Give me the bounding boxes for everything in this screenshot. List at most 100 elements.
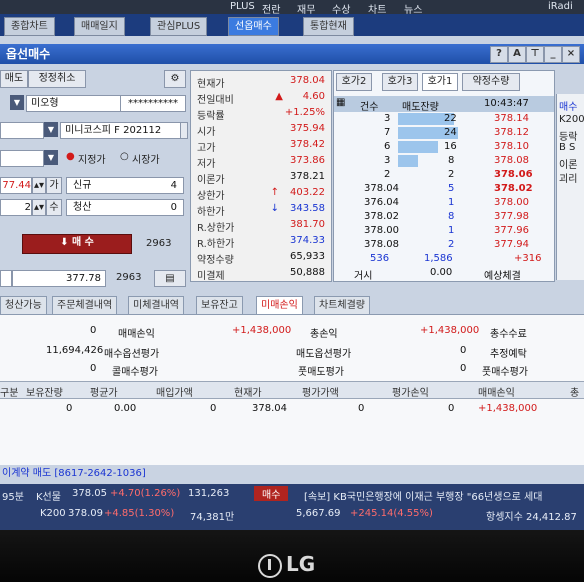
- status-bar: 이계약 매도 [8617-2642-1036] 95분 K선물 378.05 +…: [0, 468, 584, 530]
- quote-row: 시가 375.94: [197, 123, 325, 138]
- qty-unit-button[interactable]: 수: [46, 199, 62, 216]
- account-line: 이계약 매도 [8617-2642-1036]: [2, 468, 146, 479]
- pin-icon[interactable]: ⊤: [526, 46, 544, 63]
- monitor-bezel: LG: [0, 530, 584, 582]
- bottom-prefix-field[interactable]: [0, 270, 12, 287]
- limit-radio-icon[interactable]: ●: [66, 151, 75, 162]
- ask-row[interactable]: 3 22 378.14: [334, 113, 554, 127]
- main-tab-bar: 종합차트 매매일지 관심PLUS 선옵매수 통합현재: [0, 14, 584, 36]
- tab-chart-volume[interactable]: 차트체결량: [314, 296, 370, 315]
- bottom-price-field[interactable]: 377.78: [12, 270, 106, 287]
- quote-row: 현재가 378.04: [197, 75, 325, 90]
- side-info-panel: 매수 K200 등락 B S 이론 괴리: [556, 94, 584, 280]
- help-icon[interactable]: ?: [490, 46, 508, 63]
- code-dropdown-icon[interactable]: ▼: [44, 122, 58, 137]
- settle-label: 청산: [73, 202, 92, 213]
- product-field[interactable]: 미니코스피 F 202112: [60, 122, 184, 139]
- orderbook-panel: 호가2 호가3 호가1 약정수량 ▦ 건수 매도잔량 10:43:47 3 22 3…: [333, 70, 555, 282]
- buy-count: 2963: [146, 238, 172, 249]
- tab-option-buy[interactable]: 선옵매수: [228, 17, 279, 36]
- orderbook-tab-3[interactable]: 호가3: [382, 73, 418, 91]
- menu-right-text: iRadi: [548, 1, 573, 12]
- settle-position-box: 청산 0: [66, 199, 184, 216]
- ask-row[interactable]: 2 2 378.06: [334, 169, 554, 183]
- account-dropdown-icon[interactable]: ▼: [10, 95, 24, 110]
- tab-chart[interactable]: 종합차트: [4, 17, 55, 36]
- price-unit-button[interactable]: 가: [46, 177, 62, 194]
- up-arrow-icon: ▲: [275, 91, 283, 102]
- tab-settleable[interactable]: 청산가능: [0, 296, 47, 315]
- orderbook-time: 10:43:47: [484, 98, 529, 109]
- lg-logo: LG: [258, 552, 315, 578]
- qty-input[interactable]: 2: [0, 199, 32, 216]
- orderbook-tab-1[interactable]: 호가1: [422, 73, 458, 91]
- top-menu-bar: PLUS 전란 재무 수상 차트 뉴스 iRadi: [0, 0, 584, 16]
- quote-row: 전일대비 ▲ 4.60: [197, 91, 325, 106]
- tab-unfilled[interactable]: 미체결내역: [128, 296, 184, 315]
- calendar-icon[interactable]: ▦: [336, 97, 345, 108]
- code-field[interactable]: [0, 122, 44, 139]
- price-stepper[interactable]: ▴▾: [32, 177, 46, 194]
- bid-row[interactable]: 378.08 2 377.94: [334, 239, 554, 253]
- minimize-icon[interactable]: _: [544, 46, 562, 63]
- modify-cancel-tab[interactable]: 정정취소: [28, 70, 86, 88]
- font-icon[interactable]: A: [508, 46, 526, 63]
- limit-order-label: 지정가: [78, 155, 106, 166]
- quote-row: 상한가 ↑ 403.22: [197, 187, 325, 202]
- new-qty: 4: [170, 180, 177, 191]
- quote-row: R.상한가 381.70: [197, 219, 325, 234]
- market-radio-icon[interactable]: ○: [120, 151, 129, 162]
- tab-pnl[interactable]: 미매손익: [256, 296, 303, 315]
- settle-qty: 0: [170, 202, 177, 213]
- limit-down-icon: ↓: [270, 203, 279, 214]
- orderbook-tab-2[interactable]: 호가2: [336, 73, 372, 91]
- tab-journal[interactable]: 매매일지: [74, 17, 125, 36]
- buy-button[interactable]: ⬇ 매 수: [22, 234, 132, 254]
- download-icon: ⬇: [60, 237, 72, 248]
- buy-status-tag[interactable]: 매수: [254, 486, 289, 501]
- orderbook-header: ▦ 건수 매도잔량 10:43:47: [334, 96, 554, 113]
- bid-row[interactable]: 376.04 1 378.00: [334, 197, 554, 211]
- vehicle-icon[interactable]: ▤: [154, 270, 186, 287]
- orderbook-tab-volume[interactable]: 약정수량: [462, 73, 520, 91]
- market-order-label: 시장가: [132, 155, 160, 166]
- ask-row[interactable]: 7 24 378.12: [334, 127, 554, 141]
- limit-up-icon: ↑: [270, 187, 279, 198]
- position-panel: 0 매매손익 +1,438,000 총손익 +1,438,000 총수수료 11…: [0, 314, 584, 465]
- quote-row: 하한가 ↓ 343.58: [197, 203, 325, 218]
- bid-row[interactable]: 378.04 5 378.02: [334, 183, 554, 197]
- price-input[interactable]: 77.44: [0, 177, 32, 194]
- window-title: 옵선매수: [6, 47, 51, 61]
- quote-row: 약정수량 65,933: [197, 251, 325, 266]
- settings-icon[interactable]: ⚙: [164, 70, 186, 88]
- close-icon[interactable]: ×: [562, 46, 580, 63]
- bid-row[interactable]: 378.02 8 377.98: [334, 211, 554, 225]
- product-search-button[interactable]: [180, 122, 188, 139]
- monitor-screen: PLUS 전란 재무 수상 차트 뉴스 iRadi 종합차트 매매일지 관심PL…: [0, 0, 584, 530]
- new-position-box: 신규 4: [66, 177, 184, 194]
- tab-integrated[interactable]: 통합현재: [303, 17, 354, 36]
- new-label: 신규: [73, 180, 92, 191]
- sell-tab[interactable]: 매도: [0, 70, 28, 88]
- order-kind-dropdown-icon[interactable]: ▼: [44, 150, 58, 165]
- quote-row: 등락률 +1.25%: [197, 107, 325, 122]
- quote-panel: 현재가 378.04 전일대비 ▲ 4.60 등락률 +1.25% 시가 375.94 고…: [190, 70, 332, 282]
- menu-item[interactable]: PLUS: [230, 1, 255, 12]
- ask-row[interactable]: 6 16 378.10: [334, 141, 554, 155]
- qty-stepper[interactable]: ▴▾: [32, 199, 46, 216]
- tab-holdings[interactable]: 보유잔고: [196, 296, 243, 315]
- window-titlebar: 옵선매수 ? A ⊤ _ ×: [0, 44, 584, 64]
- quote-row: R.하한가 374.33: [197, 235, 325, 250]
- tab-watchlist[interactable]: 관심PLUS: [150, 17, 208, 36]
- quote-row: 저가 373.86: [197, 155, 325, 170]
- tab-order-history[interactable]: 주문체결내역: [52, 296, 118, 315]
- positions-table-header: 구분 보유잔량 평균가 매입가액 현재가 평가가액 평가손익 매매손익 총: [0, 381, 584, 399]
- password-field[interactable]: **********: [120, 95, 186, 112]
- account-name-field[interactable]: 미오형: [26, 95, 122, 112]
- quote-row: 이론가 378.21: [197, 171, 325, 186]
- ask-row[interactable]: 3 8 378.08: [334, 155, 554, 169]
- bid-row[interactable]: 378.00 1 377.96: [334, 225, 554, 239]
- order-kind-field[interactable]: [0, 150, 44, 167]
- orderbook-footer-2: 거시 0.00 예상체결: [354, 267, 521, 282]
- news-ticker[interactable]: [속보] KB국민은행장에 이재근 부행장 "66년생으로 세대: [304, 488, 542, 503]
